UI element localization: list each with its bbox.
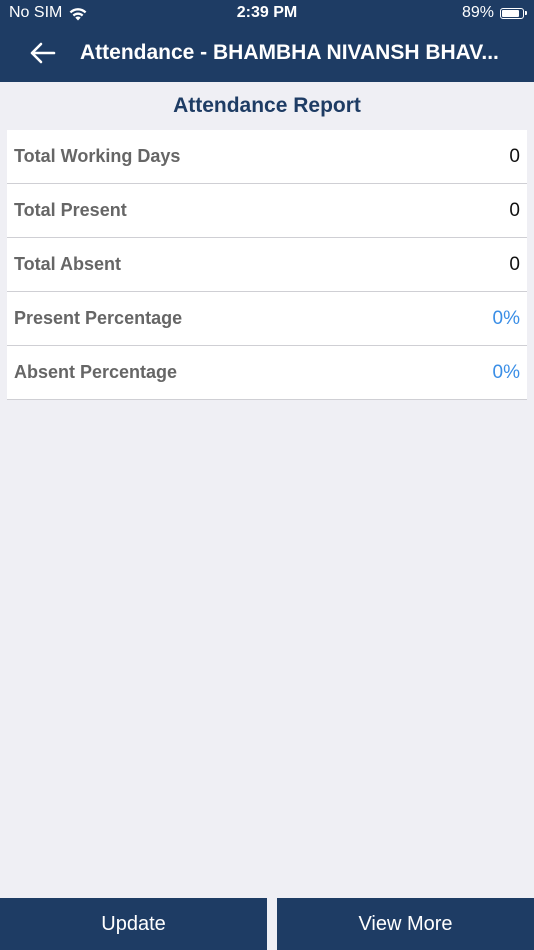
row-value: 0%: [492, 308, 520, 329]
row-value: 0: [509, 146, 520, 167]
battery-fill: [502, 9, 519, 17]
arrow-left-icon: [28, 41, 56, 70]
report-row-total-present: Total Present 0: [7, 184, 527, 238]
row-value: 0%: [492, 362, 520, 383]
row-label: Total Present: [14, 200, 127, 220]
row-label: Absent Percentage: [14, 362, 178, 382]
back-button[interactable]: [22, 38, 62, 72]
battery-icon: [500, 7, 527, 19]
report-title: Attendance Report: [173, 94, 361, 117]
bottom-action-bar: Update View More: [0, 898, 534, 950]
row-value: 0: [509, 254, 520, 275]
status-bar: No SIM 2:39 PM 89%: [0, 0, 534, 28]
update-button[interactable]: Update: [0, 898, 267, 950]
attendance-report-table: Total Working Days 0 Total Present 0 Tot…: [7, 130, 527, 400]
report-row-present-percentage: Present Percentage 0%: [7, 292, 527, 346]
row-label: Total Working Days: [14, 146, 181, 166]
report-row-total-working-days: Total Working Days 0: [7, 130, 527, 184]
view-more-button[interactable]: View More: [277, 898, 534, 950]
row-label: Total Absent: [14, 254, 121, 274]
attendance-screen: No SIM 2:39 PM 89% Attendance - BHAMBHA …: [0, 0, 534, 950]
status-right: 89%: [461, 4, 527, 22]
row-value: 0: [509, 200, 520, 221]
row-label: Present Percentage: [14, 308, 183, 328]
header: No SIM 2:39 PM 89% Attendance - BHAMBHA …: [0, 0, 534, 82]
status-time: 2:39 PM: [236, 4, 298, 21]
nav-bar: Attendance - BHAMBHA NIVANSH BHAV...: [0, 28, 534, 82]
report-row-total-absent: Total Absent 0: [7, 238, 527, 292]
page-title: Attendance - BHAMBHA NIVANSH BHAV...: [80, 41, 499, 64]
report-row-absent-percentage: Absent Percentage 0%: [7, 346, 527, 400]
battery-percent: 89%: [461, 4, 494, 21]
